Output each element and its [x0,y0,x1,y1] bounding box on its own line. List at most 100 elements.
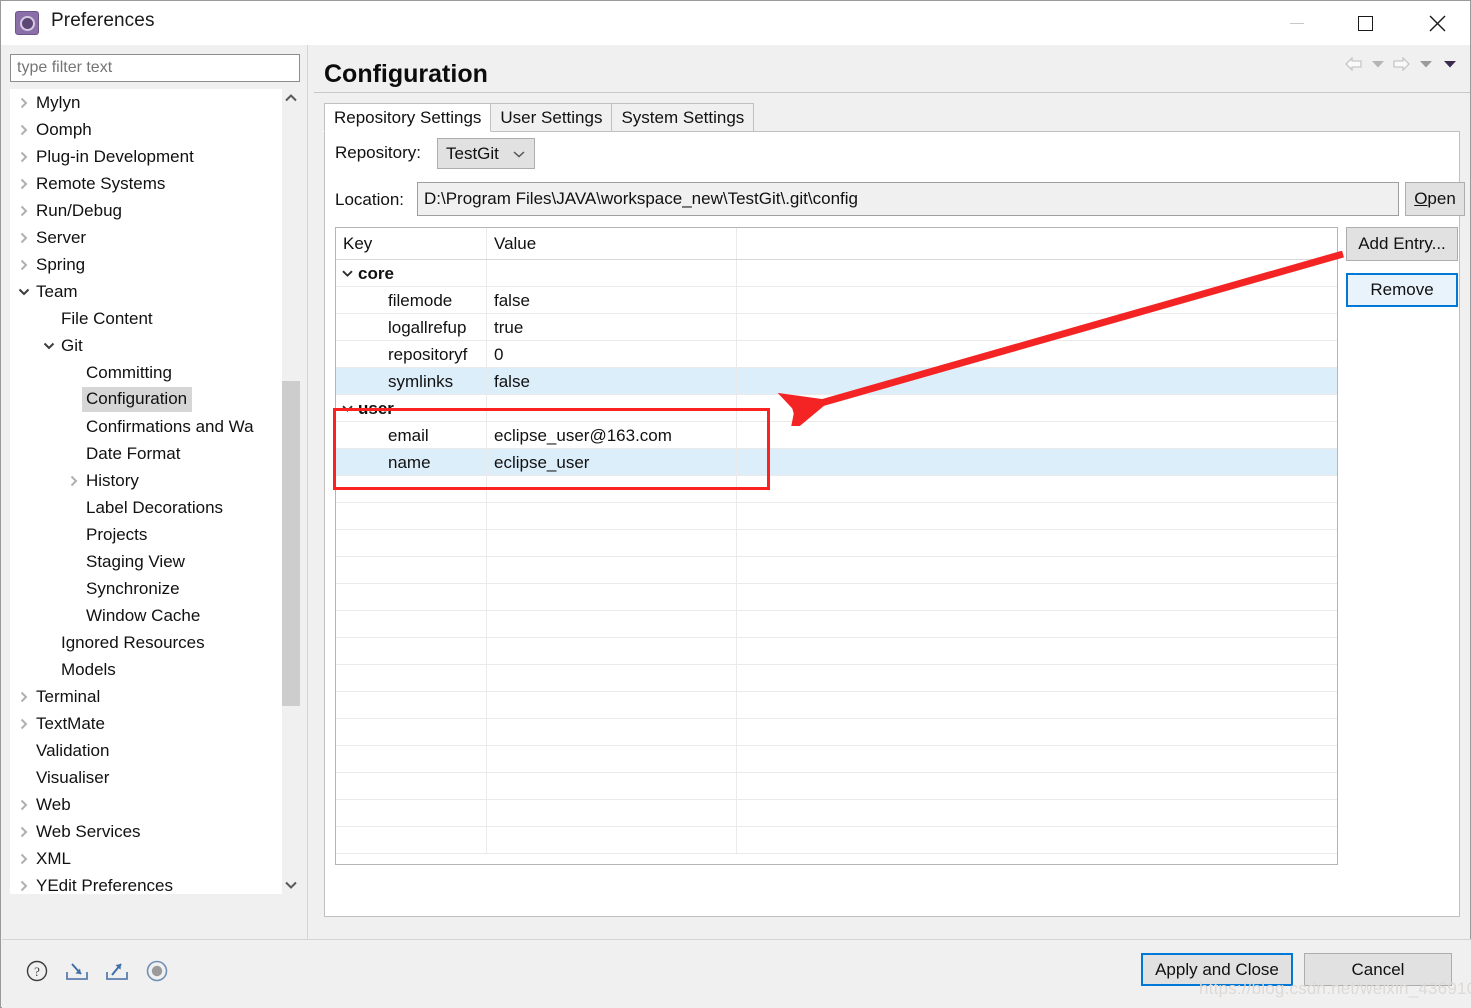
sidebar-item-terminal[interactable]: Terminal [10,683,282,710]
chevron-right-icon[interactable] [18,852,32,866]
sidebar-item-web[interactable]: Web [10,791,282,818]
table-row[interactable]: user [336,395,1337,422]
sidebar-item-server[interactable]: Server [10,224,282,251]
sidebar-item-committing[interactable]: Committing [10,359,282,386]
sidebar-item-spring[interactable]: Spring [10,251,282,278]
scroll-up-button[interactable] [282,89,300,107]
table-row-empty[interactable] [336,638,1337,665]
sidebar-item-file-content[interactable]: File Content [10,305,282,332]
table-row-empty[interactable] [336,773,1337,800]
sidebar-item-remote-systems[interactable]: Remote Systems [10,170,282,197]
chevron-right-icon[interactable] [68,474,82,488]
table-row-empty[interactable] [336,746,1337,773]
table-row[interactable]: symlinks false [336,368,1337,395]
chevron-right-icon[interactable] [18,177,32,191]
sidebar-item-history[interactable]: History [10,467,282,494]
sidebar-item-label-decorations[interactable]: Label Decorations [10,494,282,521]
remove-button[interactable]: Remove [1346,273,1458,307]
table-row[interactable]: filemode false [336,287,1337,314]
sidebar-item-visualiser[interactable]: Visualiser [10,764,282,791]
back-arrow-icon[interactable] [1344,53,1363,75]
sidebar-item-validation[interactable]: Validation [10,737,282,764]
chevron-down-icon[interactable] [342,395,353,421]
chevron-right-icon[interactable] [18,690,32,704]
table-row[interactable]: core [336,260,1337,287]
minimize-button[interactable] [1274,1,1320,45]
table-row-empty[interactable] [336,530,1337,557]
chevron-right-icon[interactable] [18,798,32,812]
chevron-right-icon[interactable] [18,825,32,839]
table-row[interactable]: logallrefup true [336,314,1337,341]
sidebar-item-xml[interactable]: XML [10,845,282,872]
add-entry-button[interactable]: Add Entry... [1346,227,1458,261]
tab-repository-settings[interactable]: Repository Settings [324,103,492,132]
table-row-empty[interactable] [336,503,1337,530]
chevron-right-icon[interactable] [18,204,32,218]
tab-system-settings[interactable]: System Settings [611,103,755,132]
table-row-empty[interactable] [336,557,1337,584]
table-row-empty[interactable] [336,476,1337,503]
sidebar-item-git[interactable]: Git [10,332,282,359]
sidebar-item-confirmations-and-wa[interactable]: Confirmations and Wa [10,413,282,440]
open-button[interactable]: Open [1405,182,1465,216]
close-button[interactable] [1414,1,1460,45]
table-row-empty[interactable] [336,611,1337,638]
sidebar-item-yedit-preferences[interactable]: YEdit Preferences [10,872,282,894]
sidebar-item-staging-view[interactable]: Staging View [10,548,282,575]
forward-arrow-icon[interactable] [1392,53,1411,75]
sidebar-item-models[interactable]: Models [10,656,282,683]
table-row[interactable]: email eclipse_user@163.com [336,422,1337,449]
tab-user-settings[interactable]: User Settings [490,103,613,132]
sidebar-item-web-services[interactable]: Web Services [10,818,282,845]
chevron-right-icon[interactable] [18,258,32,272]
key-label: email [388,426,429,445]
table-row-empty[interactable] [336,800,1337,827]
chevron-down-icon[interactable] [18,285,32,299]
sidebar-item-textmate[interactable]: TextMate [10,710,282,737]
back-dropdown-icon[interactable] [1368,53,1387,75]
chevron-right-icon[interactable] [18,96,32,110]
sidebar-item-oomph[interactable]: Oomph [10,116,282,143]
table-row[interactable]: repositoryf 0 [336,341,1337,368]
sidebar-item-projects[interactable]: Projects [10,521,282,548]
help-icon[interactable]: ? [22,956,52,986]
table-row-empty[interactable] [336,665,1337,692]
repository-select[interactable]: TestGit [437,138,535,169]
forward-dropdown-icon[interactable] [1416,53,1435,75]
chevron-right-icon[interactable] [18,231,32,245]
chevron-right-icon[interactable] [18,123,32,137]
import-icon[interactable] [62,956,92,986]
sidebar-item-synchronize[interactable]: Synchronize [10,575,282,602]
chevron-right-icon[interactable] [18,717,32,731]
view-menu-dropdown-icon[interactable] [1440,53,1459,75]
table-row-empty[interactable] [336,584,1337,611]
location-field[interactable]: D:\Program Files\JAVA\workspace_new\Test… [417,182,1399,216]
table-row-empty[interactable] [336,719,1337,746]
chevron-down-icon[interactable] [342,260,353,286]
sidebar-item-plug-in-development[interactable]: Plug-in Development [10,143,282,170]
chevron-right-icon[interactable] [18,150,32,164]
cell-key [336,503,487,529]
tree-vertical-scrollbar[interactable] [282,89,300,894]
chevron-right-icon[interactable] [18,879,32,893]
sidebar-item-run-debug[interactable]: Run/Debug [10,197,282,224]
filter-input[interactable] [10,54,300,82]
maximize-button[interactable] [1342,1,1388,45]
cell-value [487,638,737,664]
sidebar-item-date-format[interactable]: Date Format [10,440,282,467]
config-table[interactable]: Key Value core filemode false logallrefup tr… [335,227,1338,865]
sidebar-item-configuration[interactable]: Configuration [10,386,282,413]
cell-extra [737,449,1337,475]
export-icon[interactable] [102,956,132,986]
table-row[interactable]: name eclipse_user [336,449,1337,476]
sidebar-item-window-cache[interactable]: Window Cache [10,602,282,629]
chevron-down-icon[interactable] [43,339,57,353]
record-icon[interactable] [142,956,172,986]
table-row-empty[interactable] [336,827,1337,854]
sidebar-item-ignored-resources[interactable]: Ignored Resources [10,629,282,656]
scroll-down-button[interactable] [282,876,300,894]
sidebar-item-mylyn[interactable]: Mylyn [10,89,282,116]
scrollbar-thumb[interactable] [282,381,300,706]
sidebar-item-team[interactable]: Team [10,278,282,305]
table-row-empty[interactable] [336,692,1337,719]
